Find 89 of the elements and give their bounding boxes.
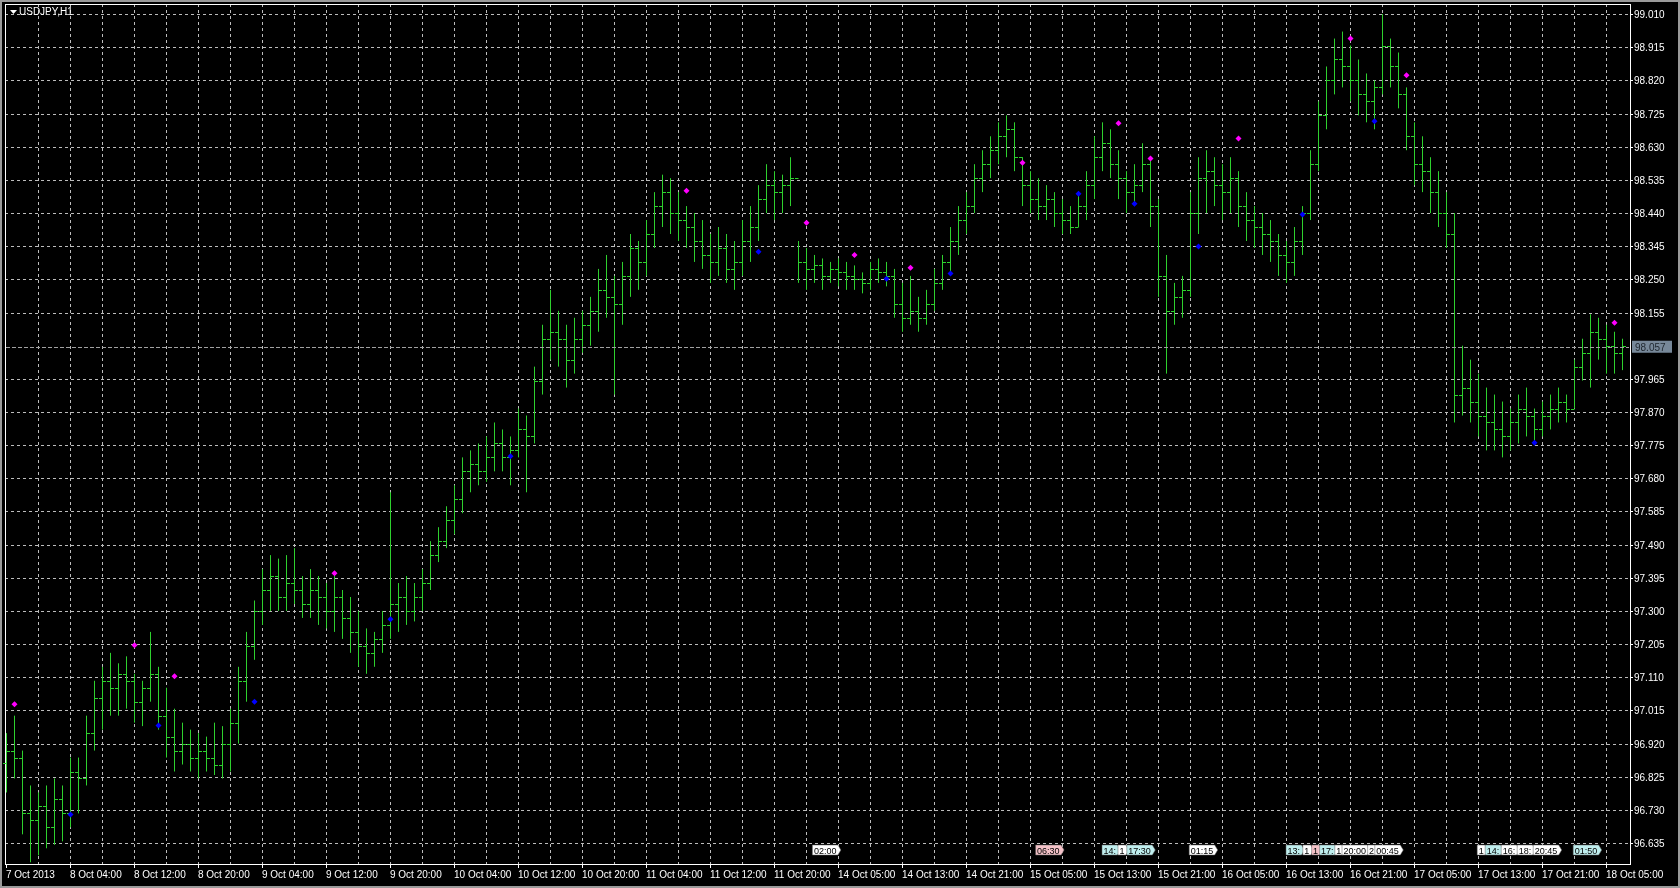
fractal-marker [1531, 439, 1538, 446]
axis-label: 98.440 [1634, 208, 1665, 219]
fractal-marker [1235, 135, 1242, 142]
axis-label: 17 Oct 21:00 [1542, 869, 1600, 880]
axis-label: 97.300 [1634, 606, 1665, 617]
axis-label: 10 Oct 04:00 [454, 869, 512, 880]
axis-label: 16 Oct 13:00 [1286, 869, 1344, 880]
axis-label: 18 Oct 05:00 [1606, 869, 1664, 880]
price-label: 98.057 [1632, 340, 1672, 353]
axis-label: 7 Oct 2013 [6, 869, 55, 880]
fractal-marker [251, 698, 258, 705]
axis-label: 9 Oct 04:00 [262, 869, 314, 880]
axis-label: 97.680 [1634, 473, 1665, 484]
fractal-marker [1611, 319, 1618, 326]
fractal-marker [1075, 190, 1082, 197]
axis-label: 98.630 [1634, 142, 1665, 153]
axis-label: 11 Oct 04:00 [646, 869, 703, 880]
fractal-marker [155, 722, 162, 729]
axis-label: 98.345 [1634, 241, 1665, 252]
axis-label: 15 Oct 05:00 [1030, 869, 1088, 880]
axis-label: 96.730 [1634, 805, 1665, 816]
axis-label: 97.585 [1634, 506, 1665, 517]
axis-label: 14 Oct 21:00 [966, 869, 1024, 880]
axis-label: 9 Oct 20:00 [390, 869, 442, 880]
axis-label: 98.915 [1634, 42, 1665, 53]
axis-label: 97.870 [1634, 407, 1665, 418]
chart-title: USDJPY,H1 [19, 6, 73, 17]
event-tag: 06:30 [1035, 844, 1065, 856]
axis-label: 15 Oct 13:00 [1094, 869, 1152, 880]
axis-label: 10 Oct 20:00 [582, 869, 640, 880]
axis-label: 17 Oct 05:00 [1414, 869, 1472, 880]
axis-label: 17 Oct 13:00 [1478, 869, 1536, 880]
fractal-marker [883, 275, 890, 282]
fractal-marker [1403, 72, 1410, 79]
fractal-marker [131, 642, 138, 649]
axis-label: 8 Oct 04:00 [70, 869, 122, 880]
axis-label: 97.965 [1634, 374, 1665, 385]
axis-label: 14 Oct 05:00 [838, 869, 896, 880]
axis-label: 96.825 [1634, 772, 1665, 783]
axis-label: 97.490 [1634, 540, 1665, 551]
fractal-marker [507, 453, 514, 460]
axis-label: 9 Oct 12:00 [326, 869, 378, 880]
event-tag: 01:15 [1188, 844, 1218, 856]
fractal-marker [11, 701, 18, 708]
axis-label: 98.250 [1634, 274, 1665, 285]
event-tag: 02:00 [812, 844, 842, 856]
axis-label: 16 Oct 21:00 [1350, 869, 1408, 880]
event-tag: 20:45 [1532, 844, 1562, 856]
fractal-marker [907, 264, 914, 271]
axis-label: 8 Oct 12:00 [134, 869, 186, 880]
axis-label: 98.155 [1634, 308, 1665, 319]
fractal-marker [1195, 243, 1202, 250]
fractal-marker [171, 673, 178, 680]
fractal-marker [683, 187, 690, 194]
axis-label: 16 Oct 05:00 [1222, 869, 1280, 880]
event-tag: 17:30 [1126, 844, 1156, 856]
axis-label: 14 Oct 13:00 [902, 869, 960, 880]
axis-label: 98.820 [1634, 75, 1665, 86]
fractal-marker [1347, 35, 1354, 42]
fractal-marker [387, 616, 394, 623]
axis-label: 10 Oct 12:00 [518, 869, 576, 880]
fractal-marker [1147, 155, 1154, 162]
fractal-marker [755, 248, 762, 255]
event-tag: 01:50 [1572, 844, 1602, 856]
fractal-marker [803, 219, 810, 226]
fractal-marker [1115, 120, 1122, 127]
fractal-marker [1371, 118, 1378, 125]
fractal-marker [67, 811, 74, 818]
axis-label: 98.725 [1634, 109, 1665, 120]
axis-label: 97.395 [1634, 573, 1665, 584]
axis-label: 96.920 [1634, 739, 1665, 750]
axis-label: 11 Oct 20:00 [774, 869, 831, 880]
dropdown-arrow-icon[interactable] [10, 10, 17, 14]
axis-label: 98.535 [1634, 175, 1665, 186]
axis-label: 15 Oct 21:00 [1158, 869, 1216, 880]
axis-label: 11 Oct 12:00 [710, 869, 767, 880]
fractal-marker [947, 270, 954, 277]
axis-label: 97.205 [1634, 639, 1665, 650]
fractal-marker [1019, 159, 1026, 166]
fractal-marker [331, 570, 338, 577]
fractal-marker [1131, 200, 1138, 207]
axis-label: 8 Oct 20:00 [198, 869, 250, 880]
axis-label: 97.775 [1634, 440, 1665, 451]
axis-label: 97.110 [1634, 672, 1664, 683]
fractal-marker [1299, 211, 1306, 218]
fractal-marker [851, 251, 858, 258]
axis-label: 96.635 [1634, 838, 1665, 849]
axis-label: 97.015 [1634, 705, 1665, 716]
axis-label: 99.010 [1634, 9, 1665, 20]
